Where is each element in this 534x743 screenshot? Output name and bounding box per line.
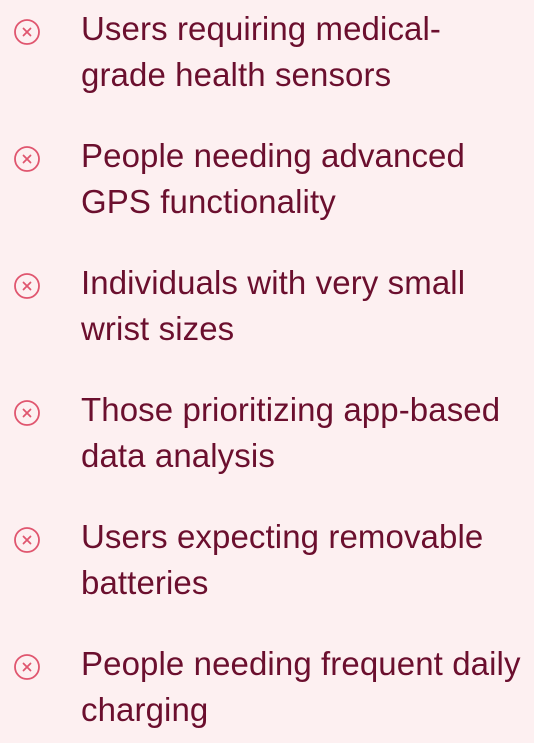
list-item-line: grade health sensors xyxy=(81,56,392,93)
x-circle-icon xyxy=(13,526,41,554)
list-item: Users requiring medical- grade health se… xyxy=(0,10,534,108)
limitations-list: Users requiring medical- grade health se… xyxy=(0,0,534,729)
list-item: Those prioritizing app-based data analys… xyxy=(0,391,534,489)
list-item-text: Users expecting removable batteries xyxy=(81,514,531,606)
list-item-line: People needing frequent daily xyxy=(81,645,521,682)
list-item-line: wrist sizes xyxy=(81,310,235,347)
list-item: Users expecting removable batteries xyxy=(0,518,534,616)
list-item-text: Those prioritizing app-based data analys… xyxy=(81,387,531,479)
list-item-line: batteries xyxy=(81,564,209,601)
x-circle-icon xyxy=(13,18,41,46)
x-circle-icon xyxy=(13,272,41,300)
list-item: People needing advanced GPS functionalit… xyxy=(0,137,534,235)
list-item-line: Users requiring medical- xyxy=(81,10,442,47)
x-circle-icon xyxy=(13,653,41,681)
list-item-line: GPS functionality xyxy=(81,183,336,220)
x-circle-icon xyxy=(13,145,41,173)
list-item-text: Individuals with very small wrist sizes xyxy=(81,260,531,352)
list-item-line: data analysis xyxy=(81,437,275,474)
list-item-line: Individuals with very small xyxy=(81,264,466,301)
list-item-text: Users requiring medical- grade health se… xyxy=(81,6,531,98)
list-item-text: People needing frequent daily charging xyxy=(81,641,531,733)
list-item-line: Those prioritizing app-based xyxy=(81,391,501,428)
list-item: Individuals with very small wrist sizes xyxy=(0,264,534,362)
list-item-line: charging xyxy=(81,691,209,728)
list-item-line: Users expecting removable xyxy=(81,518,484,555)
x-circle-icon xyxy=(13,399,41,427)
list-item-line: People needing advanced xyxy=(81,137,465,174)
list-item-text: People needing advanced GPS functionalit… xyxy=(81,133,531,225)
